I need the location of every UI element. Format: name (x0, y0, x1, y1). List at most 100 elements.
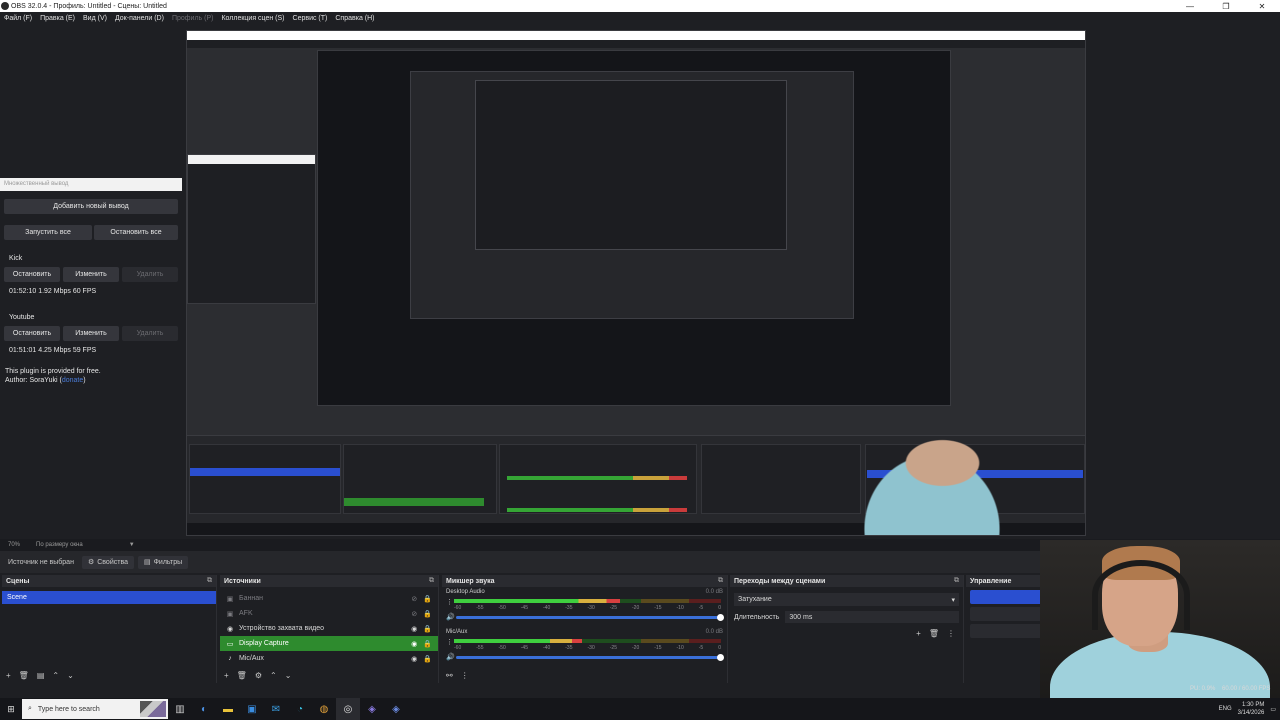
taskbar-search[interactable]: ⌕ Type here to search (22, 699, 168, 719)
nested-multi-output (187, 154, 316, 304)
lang-indicator[interactable]: ENG (1219, 706, 1232, 712)
obs-icon[interactable]: ◎ (336, 698, 360, 720)
filter-icon[interactable]: ▤ (37, 671, 45, 680)
lock-icon[interactable]: 🔒 (423, 625, 432, 633)
image-icon: ▣ (226, 595, 234, 603)
menu-dots-icon[interactable]: ⋮ (446, 598, 453, 606)
eye-icon[interactable]: ◉ (411, 640, 417, 648)
volume-slider[interactable] (456, 614, 724, 621)
add-icon[interactable]: + (6, 671, 11, 680)
notification-icon[interactable]: ▭ (1270, 706, 1276, 713)
source-item[interactable]: ▭ Display Capture ◉ 🔒 (220, 636, 438, 651)
store-icon[interactable]: ▣ (240, 698, 264, 720)
kick-edit-button[interactable]: Изменить (63, 267, 119, 282)
webcam-overlay (1040, 540, 1280, 720)
chrome-icon[interactable]: ◍ (312, 698, 336, 720)
menu-dots-icon[interactable]: ⋮ (947, 629, 955, 638)
maximize-icon[interactable]: ❐ (1208, 0, 1244, 12)
menu-docks[interactable]: Док-панели (D) (111, 15, 168, 22)
add-icon[interactable]: + (224, 671, 229, 680)
up-icon[interactable]: ⌃ (270, 671, 277, 680)
menu-edit[interactable]: Правка (E) (36, 15, 79, 22)
zoom-level[interactable]: 70% (0, 542, 28, 548)
undock-icon[interactable]: ⧉ (429, 577, 434, 585)
zoom-dropdown-icon[interactable]: ▼ (121, 542, 143, 548)
transition-select[interactable]: Затухание ▾ (734, 593, 959, 606)
undock-icon[interactable]: ⧉ (718, 577, 723, 585)
mixer-dock: Микшер звука ⧉ Desktop Audio 0.0 dB ⋮ -60 -55… (442, 575, 728, 683)
windows-start-icon[interactable]: ⊞ (0, 704, 22, 715)
window-title: OBS 32.0.4 - Профиль: Untitled - Сцены: … (11, 2, 167, 10)
add-output-button[interactable]: Добавить новый вывод (4, 199, 178, 214)
preview-canvas[interactable] (186, 30, 1086, 536)
transitions-dock: Переходы между сценами ⧉ Затухание ▾ Длите… (730, 575, 964, 683)
search-icon: ⌕ (28, 705, 32, 712)
preview-area[interactable] (0, 25, 1280, 539)
eye-icon[interactable]: ◉ (411, 655, 417, 663)
menu-profile[interactable]: Профиль (P) (168, 15, 218, 22)
trash-icon[interactable]: 🗑 (19, 671, 29, 680)
sources-header: Источники ⧉ (220, 575, 438, 587)
eye-icon[interactable]: ◉ (411, 625, 417, 633)
menu-view[interactable]: Вид (V) (79, 15, 111, 22)
source-item[interactable]: ▣ AFK ⊘ 🔒 (220, 606, 438, 621)
discord-2-icon[interactable]: ◈ (384, 698, 408, 720)
source-label: AFK (239, 610, 253, 617)
duration-input[interactable]: 300 ms (785, 611, 959, 623)
copilot-icon[interactable]: ◐ (192, 698, 216, 720)
youtube-stop-button[interactable]: Остановить (4, 326, 60, 341)
down-icon[interactable]: ⌄ (285, 671, 292, 680)
menu-scene-collection[interactable]: Коллекция сцен (S) (217, 15, 288, 22)
trash-icon[interactable]: 🗑 (929, 629, 939, 638)
gear-icon[interactable]: ⚙ (255, 671, 262, 680)
trash-icon[interactable]: 🗑 (237, 671, 247, 680)
speaker-icon[interactable]: 🔊 (446, 613, 455, 621)
link-icon[interactable]: ⚯ (446, 671, 453, 680)
undock-icon[interactable]: ⧉ (207, 577, 212, 585)
up-icon[interactable]: ⌃ (52, 671, 59, 680)
lock-icon[interactable]: 🔒 (423, 655, 432, 663)
menu-dots-icon[interactable]: ⋮ (446, 638, 453, 646)
start-all-button[interactable]: Запустить все (4, 225, 92, 240)
menu-dots-icon[interactable]: ⋮ (461, 671, 469, 680)
filters-button[interactable]: ▤ Фильтры (137, 555, 189, 569)
source-item[interactable]: ◉ Устройство захвата видео ◉ 🔒 (220, 621, 438, 636)
file-explorer-icon[interactable]: ▬ (216, 698, 240, 720)
task-view-icon[interactable]: ▥ (168, 698, 192, 720)
down-icon[interactable]: ⌄ (67, 671, 74, 680)
properties-button[interactable]: ⚙ Свойства (81, 555, 134, 569)
nested-titlebar (187, 31, 1085, 40)
stop-all-button[interactable]: Остановить все (94, 225, 178, 240)
volume-slider[interactable] (456, 654, 724, 661)
scene-item[interactable]: Scene (2, 591, 216, 604)
donate-link[interactable]: donate (62, 377, 83, 384)
speaker-icon[interactable]: 🔊 (446, 653, 455, 661)
menu-help[interactable]: Справка (H) (331, 15, 378, 22)
zoom-fit[interactable]: По размеру окна (28, 542, 91, 548)
minimize-icon[interactable]: — (1172, 0, 1208, 12)
youtube-stats: 01:51:01 4.25 Mbps 59 FPS (9, 347, 97, 354)
lock-icon[interactable]: 🔒 (423, 610, 432, 618)
edge-icon[interactable]: ◔ (288, 698, 312, 720)
lock-icon[interactable]: 🔒 (423, 640, 432, 648)
youtube-edit-button[interactable]: Изменить (63, 326, 119, 341)
discord-icon[interactable]: ◈ (360, 698, 384, 720)
menu-file[interactable]: Файл (F) (0, 15, 36, 22)
gear-icon: ⚙ (87, 559, 95, 566)
close-icon[interactable]: ✕ (1244, 0, 1280, 12)
clock[interactable]: 1:30 PM 3/14/2026 (1238, 701, 1265, 717)
sources-footer: + 🗑 ⚙ ⌃ ⌄ (220, 669, 438, 681)
source-item[interactable]: ▣ Баннан ⊘ 🔒 (220, 591, 438, 606)
youtube-delete-button[interactable]: Удалить (122, 326, 178, 341)
lock-icon[interactable]: 🔒 (423, 595, 432, 603)
kick-delete-button[interactable]: Удалить (122, 267, 178, 282)
mixer-channel: Mic/Aux 0.0 dB ⋮ -60 -55 -50 -45 -40 -35 -30 -25 -2… (442, 627, 727, 667)
eye-off-icon[interactable]: ⊘ (411, 595, 417, 603)
kick-stop-button[interactable]: Остановить (4, 267, 60, 282)
undock-icon[interactable]: ⧉ (954, 577, 959, 585)
add-icon[interactable]: + (916, 629, 921, 638)
mail-icon[interactable]: ✉ (264, 698, 288, 720)
menu-tools[interactable]: Сервис (T) (289, 15, 332, 22)
source-item[interactable]: ♪ Mic/Aux ◉ 🔒 (220, 651, 438, 666)
eye-off-icon[interactable]: ⊘ (411, 610, 417, 618)
